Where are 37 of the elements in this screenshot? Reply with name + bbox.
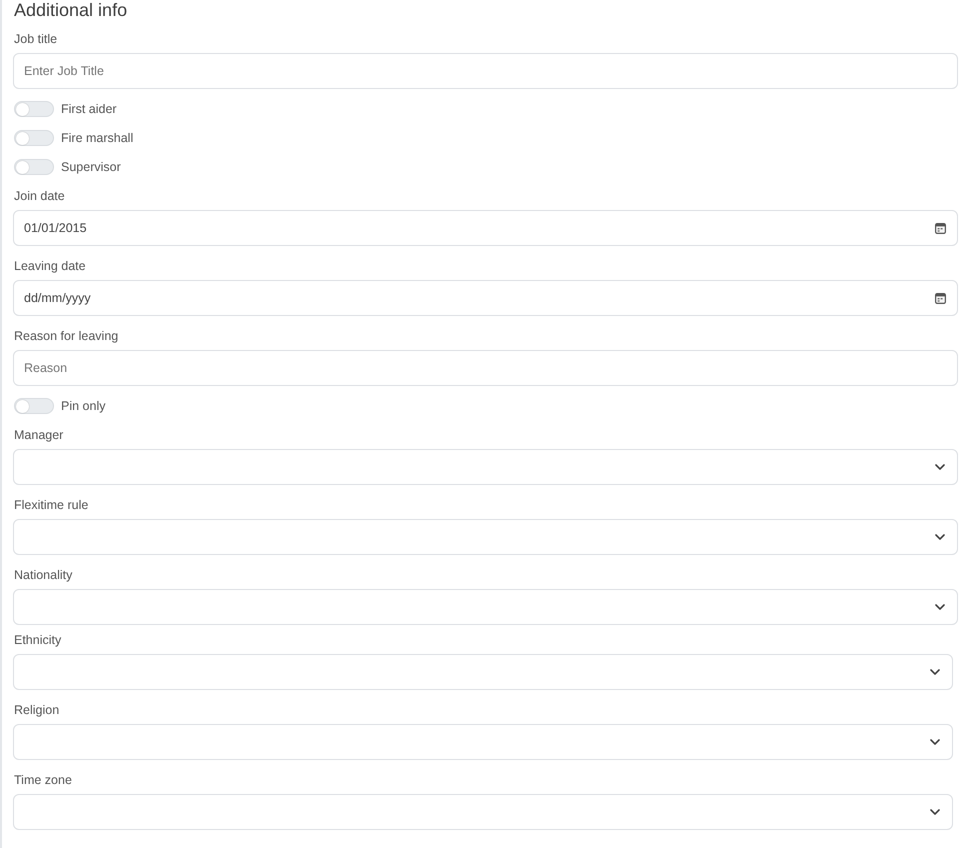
chevron-down-icon bbox=[930, 669, 940, 675]
toggle-label: Fire marshall bbox=[61, 130, 134, 146]
field-label: Nationality bbox=[13, 567, 72, 583]
field-label: Reason for leaving bbox=[13, 328, 118, 344]
chevron-down-icon bbox=[935, 534, 945, 540]
toggle-switch[interactable] bbox=[14, 398, 54, 414]
calendar-icon[interactable] bbox=[935, 293, 946, 304]
dropdown-field[interactable] bbox=[13, 449, 958, 485]
toggle-label: Pin only bbox=[61, 398, 106, 414]
field-label: Time zone bbox=[13, 772, 72, 788]
toggle-label: First aider bbox=[61, 101, 117, 117]
date-field[interactable]: dd/mm/yyyy bbox=[13, 280, 958, 316]
field-label: Flexitime rule bbox=[13, 497, 88, 513]
text-field[interactable]: Enter Job Title bbox=[13, 53, 958, 89]
date-field[interactable]: 01/01/2015 bbox=[13, 210, 958, 246]
dropdown-field[interactable] bbox=[13, 654, 953, 690]
field-label: Ethnicity bbox=[13, 632, 62, 648]
field-label: Job title bbox=[13, 31, 58, 47]
chevron-down-icon bbox=[930, 809, 940, 815]
field-label: Religion bbox=[13, 702, 60, 718]
calendar-icon[interactable] bbox=[935, 223, 946, 234]
toggle-switch[interactable] bbox=[14, 101, 54, 117]
chevron-down-icon bbox=[930, 739, 940, 745]
field-label: Manager bbox=[13, 427, 64, 443]
chevron-down-icon bbox=[935, 604, 945, 610]
dropdown-field[interactable] bbox=[13, 724, 953, 760]
chevron-down-icon bbox=[935, 464, 945, 470]
dropdown-field[interactable] bbox=[13, 519, 958, 555]
section-title: Additional info bbox=[13, 0, 128, 20]
text-field[interactable]: Reason bbox=[13, 350, 958, 386]
dropdown-field[interactable] bbox=[13, 794, 953, 830]
toggle-switch[interactable] bbox=[14, 130, 54, 146]
toggle-switch[interactable] bbox=[14, 159, 54, 175]
field-label: Join date bbox=[13, 188, 65, 204]
field-label: Leaving date bbox=[13, 258, 86, 274]
toggle-label: Supervisor bbox=[61, 159, 121, 175]
dropdown-field[interactable] bbox=[13, 589, 958, 625]
